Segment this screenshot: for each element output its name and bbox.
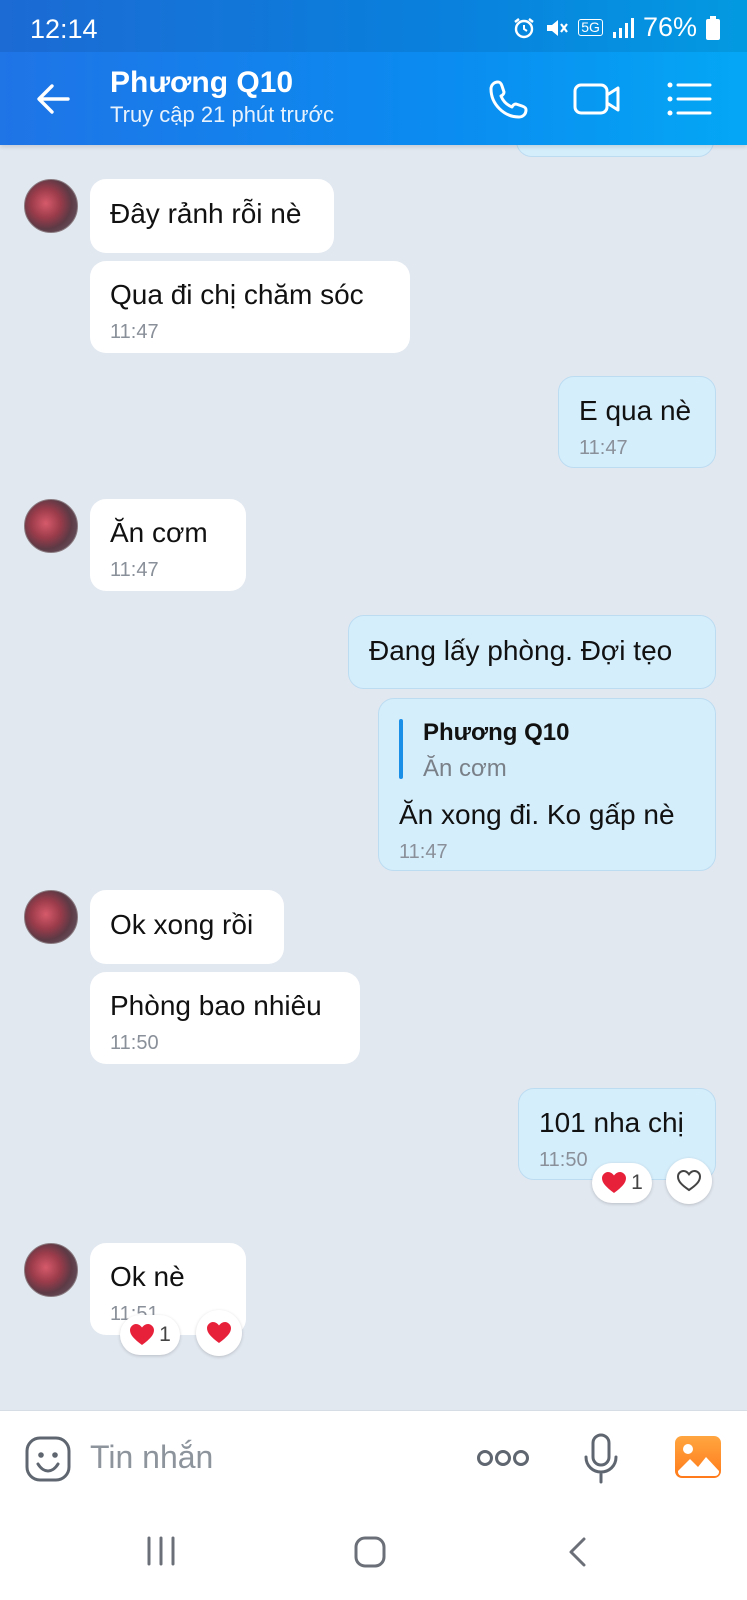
- message-bubble[interactable]: Ăn cơm 11:47: [90, 499, 246, 591]
- sticker-icon[interactable]: [24, 1435, 72, 1483]
- message-bubble[interactable]: Đây rảnh rỗi nè: [90, 179, 334, 253]
- message-time: 11:47: [110, 559, 159, 581]
- message-text: Đang lấy phòng. Đợi tẹo: [369, 635, 673, 666]
- battery-icon: [706, 15, 720, 40]
- more-icon[interactable]: [476, 1447, 530, 1469]
- message-bubble-reply[interactable]: Phương Q10 Ăn cơm Ăn xong đi. Ko gấp nè …: [378, 698, 716, 871]
- quote-bar: [399, 719, 403, 779]
- recent-apps-icon[interactable]: [144, 1536, 178, 1566]
- video-call-icon[interactable]: [572, 74, 622, 124]
- microphone-icon[interactable]: [582, 1433, 620, 1485]
- heart-outline-icon: [676, 1169, 702, 1192]
- contact-name[interactable]: Phương Q10: [110, 66, 293, 100]
- image-icon[interactable]: [674, 1433, 722, 1481]
- avatar[interactable]: [24, 890, 78, 944]
- message-input-bar: Tin nhắn: [0, 1410, 747, 1506]
- message-text: Qua đi chị chăm sóc: [110, 279, 364, 310]
- avatar[interactable]: [24, 1243, 78, 1297]
- top-bar: 12:14 5G 76% Phương Q10 Truy cập 21 phút…: [0, 0, 747, 145]
- message-text: Ok nè: [110, 1261, 185, 1292]
- message-text: Đây rảnh rỗi nè: [110, 198, 302, 229]
- message-input[interactable]: Tin nhắn: [90, 1439, 213, 1476]
- message-bubble-partial[interactable]: [516, 145, 714, 157]
- menu-list-icon[interactable]: [664, 74, 714, 124]
- heart-icon: [602, 1172, 627, 1193]
- avatar[interactable]: [24, 499, 78, 553]
- message-text: E qua nè: [579, 395, 692, 426]
- phone-icon[interactable]: [484, 74, 534, 124]
- message-text: Ăn cơm: [110, 517, 208, 548]
- home-icon[interactable]: [354, 1536, 386, 1568]
- status-time: 12:14: [30, 14, 98, 44]
- quoted-sender: Phương Q10: [423, 719, 570, 746]
- message-bubble[interactable]: Ok xong rồi: [90, 890, 284, 964]
- heart-icon: [130, 1324, 155, 1345]
- status-icons: 5G 76%: [512, 12, 721, 43]
- alarm-icon: [514, 17, 534, 38]
- chat-messages[interactable]: Đây rảnh rỗi nè Qua đi chị chăm sóc 11:4…: [0, 145, 747, 1410]
- quoted-text: Ăn cơm: [423, 755, 507, 782]
- nav-back-icon[interactable]: [566, 1536, 590, 1568]
- reaction-badge[interactable]: 1: [120, 1315, 180, 1355]
- add-reaction-button[interactable]: [196, 1310, 242, 1356]
- message-text: Phòng bao nhiêu: [110, 990, 322, 1021]
- signal-icon: [612, 17, 634, 38]
- message-text: 101 nha chị: [539, 1107, 684, 1138]
- back-arrow-icon[interactable]: [32, 78, 74, 120]
- message-time: 11:47: [110, 321, 159, 343]
- reaction-count: 1: [159, 1323, 171, 1346]
- message-time: 11:47: [399, 841, 448, 863]
- last-seen-status: Truy cập 21 phút trước: [110, 102, 334, 127]
- message-text: Ok xong rồi: [110, 909, 254, 940]
- status-bar: 12:14 5G 76%: [0, 0, 747, 52]
- network-label: 5G: [578, 19, 603, 36]
- chat-header: Phương Q10 Truy cập 21 phút trước: [0, 52, 747, 145]
- message-bubble[interactable]: Phòng bao nhiêu 11:50: [90, 972, 360, 1064]
- heart-icon: [207, 1322, 231, 1343]
- message-bubble[interactable]: Qua đi chị chăm sóc 11:47: [90, 261, 410, 353]
- mute-icon: [547, 19, 569, 36]
- message-time: 11:50: [539, 1149, 588, 1171]
- message-text: Ăn xong đi. Ko gấp nè: [399, 799, 675, 830]
- message-bubble[interactable]: E qua nè 11:47: [558, 376, 716, 468]
- avatar[interactable]: [24, 179, 78, 233]
- message-time: 11:50: [110, 1032, 159, 1054]
- system-nav-bar: [0, 1506, 747, 1600]
- add-reaction-button[interactable]: [666, 1158, 712, 1204]
- reaction-count: 1: [631, 1171, 643, 1194]
- message-time: 11:47: [579, 437, 628, 459]
- message-bubble[interactable]: Đang lấy phòng. Đợi tẹo: [348, 615, 716, 689]
- reaction-badge[interactable]: 1: [592, 1163, 652, 1203]
- battery-percent: 76%: [642, 12, 697, 42]
